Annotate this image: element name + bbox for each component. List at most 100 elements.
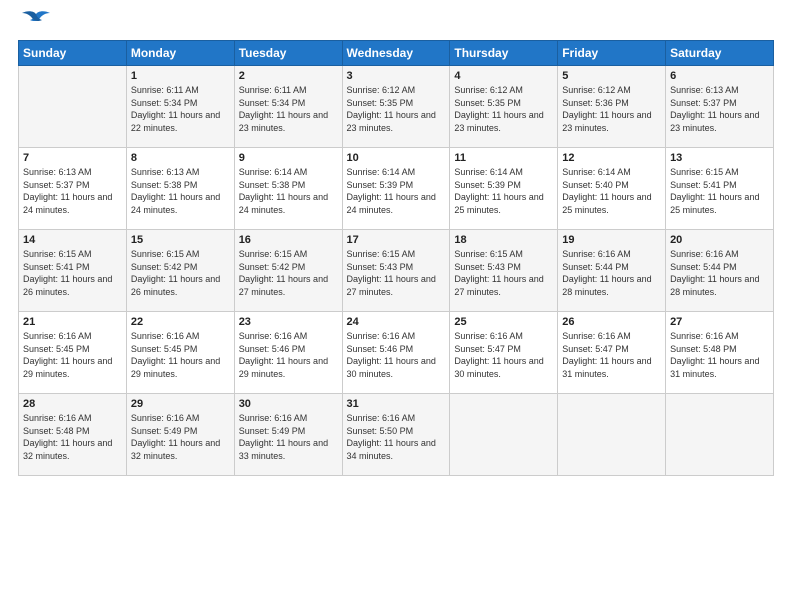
calendar-cell: 15 Sunrise: 6:15 AMSunset: 5:42 PMDayligh… xyxy=(126,230,234,312)
day-header-tuesday: Tuesday xyxy=(234,41,342,66)
calendar-cell: 16 Sunrise: 6:15 AMSunset: 5:42 PMDayligh… xyxy=(234,230,342,312)
day-header-thursday: Thursday xyxy=(450,41,558,66)
calendar-header-row: SundayMondayTuesdayWednesdayThursdayFrid… xyxy=(19,41,774,66)
calendar-cell: 9 Sunrise: 6:14 AMSunset: 5:38 PMDaylight… xyxy=(234,148,342,230)
day-number: 8 xyxy=(131,152,230,164)
day-number: 22 xyxy=(131,316,230,328)
calendar-cell: 25Sunrise: 6:16 AMSunset: 5:47 PMDayligh… xyxy=(450,312,558,394)
calendar-cell: 30Sunrise: 6:16 AMSunset: 5:49 PMDayligh… xyxy=(234,394,342,476)
calendar-cell: 23 Sunrise: 6:16 AMSunset: 5:46 PMDayligh… xyxy=(234,312,342,394)
cell-content: Sunrise: 6:13 AMSunset: 5:37 PMDaylight:… xyxy=(670,84,769,134)
calendar-cell: 1 Sunrise: 6:11 AMSunset: 5:34 PMDaylight… xyxy=(126,66,234,148)
calendar-cell: 3 Sunrise: 6:12 AMSunset: 5:35 PMDaylight… xyxy=(342,66,450,148)
day-number: 28 xyxy=(23,398,122,410)
day-number: 1 xyxy=(131,70,230,82)
day-header-wednesday: Wednesday xyxy=(342,41,450,66)
calendar-cell: 8 Sunrise: 6:13 AMSunset: 5:38 PMDaylight… xyxy=(126,148,234,230)
calendar-cell xyxy=(450,394,558,476)
day-number: 25 xyxy=(454,316,553,328)
day-number: 23 xyxy=(239,316,338,328)
cell-content: Sunrise: 6:15 AMSunset: 5:42 PMDaylight:… xyxy=(131,248,230,298)
logo-bird-icon xyxy=(20,10,52,32)
cell-content: Sunrise: 6:16 AMSunset: 5:44 PMDaylight:… xyxy=(670,248,769,298)
calendar-week-1: 7Sunrise: 6:13 AMSunset: 5:37 PMDaylight… xyxy=(19,148,774,230)
calendar-table: SundayMondayTuesdayWednesdayThursdayFrid… xyxy=(18,40,774,476)
calendar-week-2: 14 Sunrise: 6:15 AMSunset: 5:41 PMDayligh… xyxy=(19,230,774,312)
calendar-cell: 19 Sunrise: 6:16 AMSunset: 5:44 PMDayligh… xyxy=(558,230,666,312)
cell-content: Sunrise: 6:16 AMSunset: 5:46 PMDaylight:… xyxy=(239,330,338,380)
calendar-cell: 12Sunrise: 6:14 AMSunset: 5:40 PMDayligh… xyxy=(558,148,666,230)
calendar-cell: 2Sunrise: 6:11 AMSunset: 5:34 PMDaylight… xyxy=(234,66,342,148)
day-number: 29 xyxy=(131,398,230,410)
calendar-cell: 20 Sunrise: 6:16 AMSunset: 5:44 PMDayligh… xyxy=(666,230,774,312)
cell-content: Sunrise: 6:14 AMSunset: 5:38 PMDaylight:… xyxy=(239,166,338,216)
day-number: 3 xyxy=(347,70,446,82)
calendar-week-4: 28Sunrise: 6:16 AMSunset: 5:48 PMDayligh… xyxy=(19,394,774,476)
day-number: 27 xyxy=(670,316,769,328)
calendar-cell: 24 Sunrise: 6:16 AMSunset: 5:46 PMDayligh… xyxy=(342,312,450,394)
calendar-cell: 11 Sunrise: 6:14 AMSunset: 5:39 PMDayligh… xyxy=(450,148,558,230)
cell-content: Sunrise: 6:16 AMSunset: 5:50 PMDaylight:… xyxy=(347,412,446,462)
day-number: 20 xyxy=(670,234,769,246)
cell-content: Sunrise: 6:16 AMSunset: 5:48 PMDaylight:… xyxy=(670,330,769,380)
calendar-cell: 13 Sunrise: 6:15 AMSunset: 5:41 PMDayligh… xyxy=(666,148,774,230)
cell-content: Sunrise: 6:15 AMSunset: 5:41 PMDaylight:… xyxy=(23,248,122,298)
calendar-cell xyxy=(558,394,666,476)
cell-content: Sunrise: 6:12 AMSunset: 5:35 PMDaylight:… xyxy=(454,84,553,134)
calendar-cell: 18 Sunrise: 6:15 AMSunset: 5:43 PMDayligh… xyxy=(450,230,558,312)
cell-content: Sunrise: 6:11 AMSunset: 5:34 PMDaylight:… xyxy=(131,84,230,134)
cell-content: Sunrise: 6:16 AMSunset: 5:44 PMDaylight:… xyxy=(562,248,661,298)
cell-content: Sunrise: 6:16 AMSunset: 5:46 PMDaylight:… xyxy=(347,330,446,380)
calendar-cell: 31 Sunrise: 6:16 AMSunset: 5:50 PMDayligh… xyxy=(342,394,450,476)
day-number: 19 xyxy=(562,234,661,246)
calendar-cell: 22 Sunrise: 6:16 AMSunset: 5:45 PMDayligh… xyxy=(126,312,234,394)
cell-content: Sunrise: 6:15 AMSunset: 5:42 PMDaylight:… xyxy=(239,248,338,298)
day-number: 14 xyxy=(23,234,122,246)
cell-content: Sunrise: 6:15 AMSunset: 5:41 PMDaylight:… xyxy=(670,166,769,216)
calendar-cell: 29 Sunrise: 6:16 AMSunset: 5:49 PMDayligh… xyxy=(126,394,234,476)
cell-content: Sunrise: 6:14 AMSunset: 5:40 PMDaylight:… xyxy=(562,166,661,216)
day-number: 13 xyxy=(670,152,769,164)
cell-content: Sunrise: 6:13 AMSunset: 5:37 PMDaylight:… xyxy=(23,166,122,216)
cell-content: Sunrise: 6:16 AMSunset: 5:45 PMDaylight:… xyxy=(131,330,230,380)
cell-content: Sunrise: 6:14 AMSunset: 5:39 PMDaylight:… xyxy=(347,166,446,216)
calendar-cell xyxy=(666,394,774,476)
day-number: 5 xyxy=(562,70,661,82)
day-number: 11 xyxy=(454,152,553,164)
calendar-cell xyxy=(19,66,127,148)
day-header-sunday: Sunday xyxy=(19,41,127,66)
cell-content: Sunrise: 6:15 AMSunset: 5:43 PMDaylight:… xyxy=(454,248,553,298)
cell-content: Sunrise: 6:12 AMSunset: 5:36 PMDaylight:… xyxy=(562,84,661,134)
calendar-cell: 6Sunrise: 6:13 AMSunset: 5:37 PMDaylight… xyxy=(666,66,774,148)
day-header-saturday: Saturday xyxy=(666,41,774,66)
cell-content: Sunrise: 6:15 AMSunset: 5:43 PMDaylight:… xyxy=(347,248,446,298)
day-number: 26 xyxy=(562,316,661,328)
calendar-cell: 26 Sunrise: 6:16 AMSunset: 5:47 PMDayligh… xyxy=(558,312,666,394)
calendar-cell: 14 Sunrise: 6:15 AMSunset: 5:41 PMDayligh… xyxy=(19,230,127,312)
day-number: 30 xyxy=(239,398,338,410)
calendar-cell: 17Sunrise: 6:15 AMSunset: 5:43 PMDayligh… xyxy=(342,230,450,312)
calendar-cell: 28Sunrise: 6:16 AMSunset: 5:48 PMDayligh… xyxy=(19,394,127,476)
cell-content: Sunrise: 6:13 AMSunset: 5:38 PMDaylight:… xyxy=(131,166,230,216)
calendar-cell: 21Sunrise: 6:16 AMSunset: 5:45 PMDayligh… xyxy=(19,312,127,394)
day-number: 24 xyxy=(347,316,446,328)
day-number: 16 xyxy=(239,234,338,246)
calendar-week-3: 21Sunrise: 6:16 AMSunset: 5:45 PMDayligh… xyxy=(19,312,774,394)
cell-content: Sunrise: 6:12 AMSunset: 5:35 PMDaylight:… xyxy=(347,84,446,134)
day-number: 15 xyxy=(131,234,230,246)
day-number: 18 xyxy=(454,234,553,246)
cell-content: Sunrise: 6:16 AMSunset: 5:45 PMDaylight:… xyxy=(23,330,122,380)
day-number: 31 xyxy=(347,398,446,410)
calendar-cell: 27 Sunrise: 6:16 AMSunset: 5:48 PMDayligh… xyxy=(666,312,774,394)
day-number: 9 xyxy=(239,152,338,164)
calendar-cell: 4 Sunrise: 6:12 AMSunset: 5:35 PMDaylight… xyxy=(450,66,558,148)
cell-content: Sunrise: 6:14 AMSunset: 5:39 PMDaylight:… xyxy=(454,166,553,216)
cell-content: Sunrise: 6:11 AMSunset: 5:34 PMDaylight:… xyxy=(239,84,338,134)
page: SundayMondayTuesdayWednesdayThursdayFrid… xyxy=(0,0,792,612)
day-number: 4 xyxy=(454,70,553,82)
header xyxy=(18,18,774,32)
cell-content: Sunrise: 6:16 AMSunset: 5:47 PMDaylight:… xyxy=(562,330,661,380)
calendar-cell: 5 Sunrise: 6:12 AMSunset: 5:36 PMDaylight… xyxy=(558,66,666,148)
cell-content: Sunrise: 6:16 AMSunset: 5:49 PMDaylight:… xyxy=(131,412,230,462)
day-number: 10 xyxy=(347,152,446,164)
